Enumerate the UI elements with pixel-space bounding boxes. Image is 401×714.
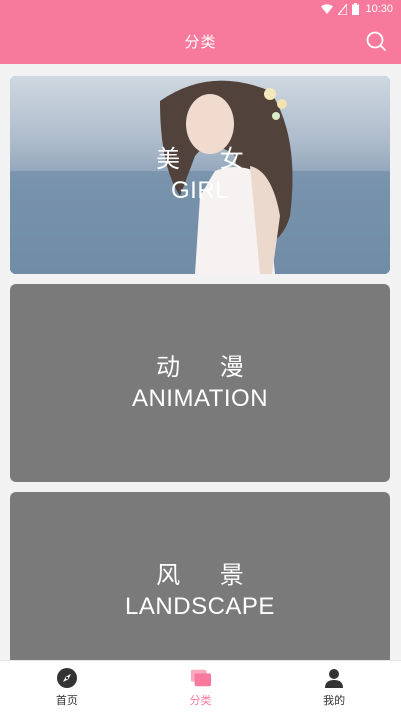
category-title-en: ANIMATION — [131, 385, 269, 413]
nav-label-home: 首页 — [55, 694, 78, 707]
search-icon[interactable] — [365, 30, 387, 52]
nav-item-home[interactable]: 首页 — [0, 661, 134, 714]
user-icon — [323, 667, 345, 689]
battery-icon — [352, 3, 360, 15]
nav-item-category[interactable]: 分类 — [134, 661, 268, 714]
category-title-cn: 动 漫 — [156, 352, 260, 381]
status-time: 10:30 — [365, 3, 393, 15]
category-card-girl[interactable]: 美 女 GIRL — [10, 76, 390, 274]
category-title-cn: 美 女 — [156, 144, 260, 173]
page-title: 分类 — [184, 32, 217, 51]
nav-label-category: 分类 — [189, 694, 212, 707]
girl-photo — [10, 76, 390, 274]
category-title-en: GIRL — [170, 177, 229, 205]
category-list: 美 女 GIRL 动 漫 ANIMATION 风 景 LANDSCAPE — [0, 64, 401, 660]
cards-icon — [190, 667, 212, 689]
nav-item-mine[interactable]: 我的 — [267, 661, 401, 714]
app-bar: 分类 — [0, 18, 401, 64]
category-title-en: LANDSCAPE — [125, 593, 275, 621]
nav-label-mine: 我的 — [323, 694, 346, 707]
signal-icon — [338, 3, 348, 15]
status-bar: 10:30 — [0, 0, 401, 18]
bottom-nav: 首页 分类 我的 — [0, 660, 401, 714]
category-card-animation[interactable]: 动 漫 ANIMATION — [10, 284, 390, 482]
category-card-landscape[interactable]: 风 景 LANDSCAPE — [10, 492, 390, 660]
category-title-cn: 风 景 — [156, 560, 260, 589]
compass-icon — [56, 667, 78, 689]
wifi-icon — [321, 4, 334, 14]
